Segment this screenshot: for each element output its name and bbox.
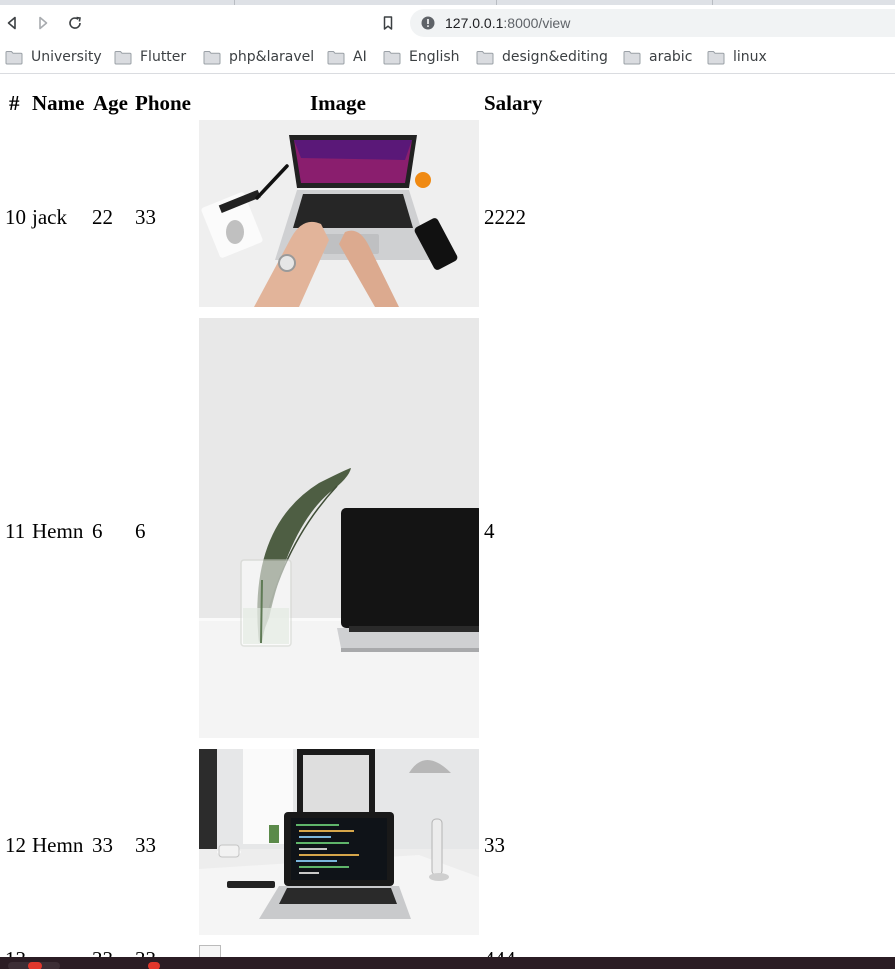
cell-age: 33 bbox=[92, 947, 113, 957]
bookmark-star-button[interactable] bbox=[376, 11, 400, 35]
column-header-id: # bbox=[9, 91, 20, 115]
folder-icon bbox=[203, 50, 221, 64]
cell-id: 11 bbox=[5, 519, 26, 543]
reload-icon bbox=[69, 16, 81, 29]
folder-icon bbox=[383, 50, 401, 64]
cell-age: 22 bbox=[92, 205, 113, 229]
back-button[interactable] bbox=[0, 11, 24, 35]
broken-image-icon bbox=[199, 945, 221, 957]
bookmark-folder-php-laravel[interactable]: php&laravel bbox=[203, 46, 314, 68]
reload-button[interactable] bbox=[63, 11, 87, 35]
forward-arrow-icon bbox=[39, 16, 48, 30]
url-host: 127.0.0.1 bbox=[445, 15, 504, 31]
cell-name: Hemn bbox=[32, 833, 84, 857]
folder-icon bbox=[623, 50, 641, 64]
cell-name: Hemn bbox=[32, 519, 84, 543]
folder-icon bbox=[707, 50, 725, 64]
address-bar[interactable]: 127.0.0.1:8000/view bbox=[410, 9, 895, 37]
bookmark-folder-linux[interactable]: linux bbox=[707, 46, 767, 68]
cell-salary: 33 bbox=[484, 833, 505, 857]
cell-salary: 4 bbox=[484, 519, 495, 543]
bookmark-label: arabic bbox=[649, 49, 693, 65]
bookmark-folder-flutter[interactable]: Flutter bbox=[114, 46, 186, 68]
cell-salary: 444 bbox=[484, 947, 516, 957]
bookmark-label: linux bbox=[733, 49, 767, 65]
laptop-typing-photo bbox=[199, 120, 479, 307]
cell-salary: 2222 bbox=[484, 205, 526, 229]
url-path: :8000/view bbox=[503, 15, 571, 31]
bookmark-folder-design-editing[interactable]: design&editing bbox=[476, 46, 608, 68]
cell-id: 10 bbox=[5, 205, 26, 229]
bookmark-label: University bbox=[31, 49, 102, 65]
url-text: 127.0.0.1:8000/view bbox=[445, 14, 570, 32]
bookmark-label: Flutter bbox=[140, 49, 187, 65]
bookmark-folder-university[interactable]: University bbox=[5, 46, 102, 68]
folder-icon bbox=[114, 50, 132, 64]
folder-icon bbox=[5, 50, 23, 64]
folder-icon bbox=[327, 50, 345, 64]
taskbar-app-icon[interactable] bbox=[148, 962, 160, 969]
column-header-salary: Salary bbox=[484, 91, 543, 115]
cell-age: 33 bbox=[92, 833, 113, 857]
column-header-image: Image bbox=[310, 91, 366, 115]
bookmark-label: English bbox=[409, 49, 460, 65]
cell-name: jack bbox=[32, 205, 67, 229]
cell-phone: 33 bbox=[135, 833, 156, 857]
column-header-phone: Phone bbox=[135, 91, 192, 115]
column-header-name: Name bbox=[32, 91, 85, 115]
bookmark-label: design&editing bbox=[502, 49, 608, 65]
bookmark-label: AI bbox=[353, 49, 367, 65]
cell-id: 13 bbox=[5, 947, 26, 957]
plant-laptop-photo bbox=[199, 318, 479, 738]
back-arrow-icon bbox=[7, 16, 16, 30]
bookmark-icon bbox=[383, 16, 393, 30]
bookmark-folder-english[interactable]: English bbox=[383, 46, 460, 68]
page-content: # Name Age Phone Image Salary 10 jack 22… bbox=[0, 75, 895, 957]
taskbar-app-icon[interactable] bbox=[28, 962, 42, 969]
browser-toolbar: 127.0.0.1:8000/view bbox=[0, 5, 895, 41]
desk-laptop-code-photo bbox=[199, 749, 479, 935]
site-info-icon[interactable] bbox=[420, 15, 436, 31]
cell-phone: 6 bbox=[135, 519, 146, 543]
forward-button[interactable] bbox=[31, 11, 55, 35]
bookmark-folder-ai[interactable]: AI bbox=[327, 46, 367, 68]
column-header-age: Age bbox=[93, 91, 128, 115]
folder-icon bbox=[476, 50, 494, 64]
bookmark-folder-arabic[interactable]: arabic bbox=[623, 46, 692, 68]
cell-id: 12 bbox=[5, 833, 26, 857]
cell-phone: 33 bbox=[135, 947, 156, 957]
os-taskbar bbox=[0, 957, 895, 969]
bookmark-label: php&laravel bbox=[229, 49, 315, 65]
cell-phone: 33 bbox=[135, 205, 156, 229]
cell-age: 6 bbox=[92, 519, 103, 543]
bookmarks-bar: University Flutter php&laravel AI Englis… bbox=[0, 41, 895, 74]
